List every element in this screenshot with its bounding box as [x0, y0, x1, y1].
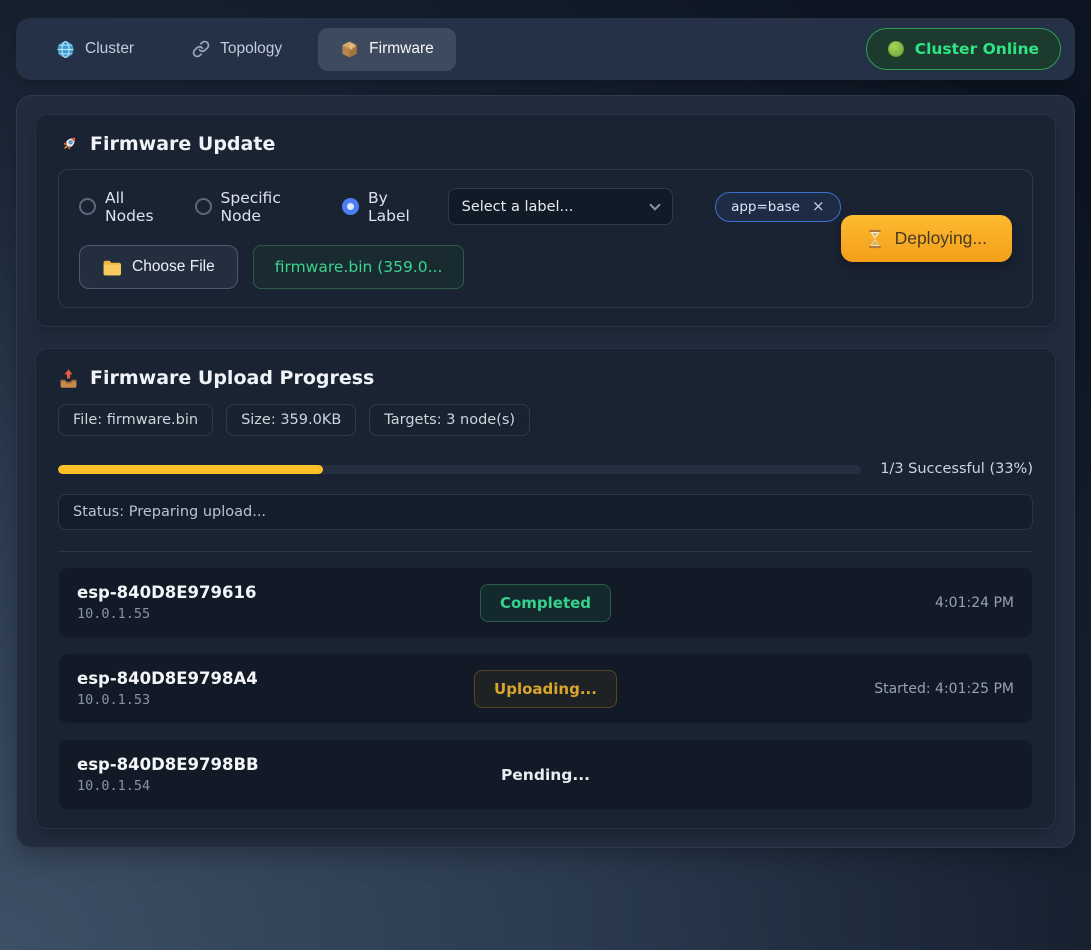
radio-all-nodes[interactable]: All Nodes [79, 189, 175, 225]
upload-progress-title: Firmware Upload Progress [58, 367, 1033, 389]
progress-bar-track [58, 465, 861, 474]
selected-file-name-text: firmware.bin (359.0... [275, 258, 443, 276]
package-icon [340, 40, 359, 59]
deploy-button-label: Deploying... [895, 228, 987, 249]
green-dot-icon [888, 41, 904, 57]
choose-file-label: Choose File [132, 258, 215, 276]
nav-tabs: Cluster Topology Firmware [34, 28, 456, 71]
node-2-status-badge: Uploading... [474, 670, 617, 708]
upload-meta-row: File: firmware.bin Size: 359.0KB Targets… [58, 404, 1033, 436]
node-3-ip: 10.0.1.54 [77, 778, 497, 794]
node-2-ip: 10.0.1.53 [77, 692, 474, 708]
top-nav-bar: Cluster Topology Firmware Cluster Online [16, 18, 1075, 80]
node-2-name: esp-840D8E9798A4 [77, 669, 474, 688]
node-list: esp-840D8E979616 10.0.1.55 Completed 4:0… [58, 567, 1033, 810]
upload-progress-title-text: Firmware Upload Progress [90, 367, 374, 389]
upload-progress-card: Firmware Upload Progress File: firmware.… [35, 348, 1056, 829]
cluster-online-badge[interactable]: Cluster Online [866, 28, 1061, 70]
progress-bar-fill [58, 465, 323, 474]
label-chip: app=base × [715, 192, 840, 222]
radio-specific-node-label: Specific Node [221, 189, 323, 225]
node-2-identity: esp-840D8E9798A4 10.0.1.53 [77, 669, 474, 708]
deploy-button[interactable]: Deploying... [841, 215, 1012, 262]
node-row-2: esp-840D8E9798A4 10.0.1.53 Uploading... … [58, 653, 1033, 724]
node-row-1: esp-840D8E979616 10.0.1.55 Completed 4:0… [58, 567, 1033, 638]
node-1-identity: esp-840D8E979616 10.0.1.55 [77, 583, 480, 622]
node-2-time: Started: 4:01:25 PM [617, 681, 1014, 697]
progress-row: 1/3 Successful (33%) [58, 461, 1033, 477]
chevron-down-icon [649, 199, 660, 210]
choose-file-button[interactable]: Choose File [79, 245, 238, 289]
tab-cluster[interactable]: Cluster [34, 28, 156, 71]
tab-topology[interactable]: Topology [170, 28, 304, 70]
node-3-identity: esp-840D8E9798BB 10.0.1.54 [77, 755, 497, 794]
divider [58, 551, 1033, 552]
selected-file-name: firmware.bin (359.0... [253, 245, 465, 289]
node-1-time: 4:01:24 PM [611, 595, 1014, 611]
deploy-form-fields: All Nodes Specific Node By Label Select … [79, 188, 841, 289]
main-content: Firmware Update All Nodes Specific Node … [16, 95, 1075, 848]
meta-chip-targets: Targets: 3 node(s) [369, 404, 530, 436]
node-3-name: esp-840D8E9798BB [77, 755, 497, 774]
radio-all-nodes-label: All Nodes [105, 189, 175, 225]
radio-specific-node-circle[interactable] [195, 198, 212, 215]
tab-firmware-label: Firmware [369, 40, 434, 58]
node-1-ip: 10.0.1.55 [77, 606, 480, 622]
radio-specific-node[interactable]: Specific Node [195, 189, 323, 225]
folder-icon [102, 259, 121, 276]
label-select[interactable]: Select a label... [448, 188, 673, 225]
tab-topology-label: Topology [220, 40, 282, 58]
radio-by-label[interactable]: By Label [342, 189, 432, 225]
firmware-update-title-text: Firmware Update [90, 133, 275, 155]
progress-label: 1/3 Successful (33%) [880, 461, 1033, 477]
meta-chip-file: File: firmware.bin [58, 404, 213, 436]
upload-status-text: Status: Preparing upload... [73, 504, 266, 520]
tab-cluster-label: Cluster [85, 40, 134, 58]
node-row-3: esp-840D8E9798BB 10.0.1.54 Pending... [58, 739, 1033, 810]
link-icon [192, 40, 210, 58]
file-row: Choose File firmware.bin (359.0... [79, 245, 841, 289]
radio-by-label-circle[interactable] [342, 198, 359, 215]
radio-by-label-label: By Label [368, 189, 432, 225]
rocket-icon [58, 134, 79, 155]
target-mode-row: All Nodes Specific Node By Label Select … [79, 188, 841, 225]
meta-chip-size: Size: 359.0KB [226, 404, 356, 436]
tab-firmware[interactable]: Firmware [318, 28, 456, 71]
firmware-update-title: Firmware Update [58, 133, 1033, 155]
radio-all-nodes-circle[interactable] [79, 198, 96, 215]
label-select-placeholder: Select a label... [462, 199, 574, 215]
cluster-online-label: Cluster Online [915, 40, 1039, 58]
node-3-status-badge: Pending... [497, 757, 594, 793]
hourglass-icon [866, 229, 884, 249]
node-1-status-badge: Completed [480, 584, 611, 622]
close-icon[interactable]: × [812, 199, 825, 214]
upload-tray-icon [58, 368, 79, 389]
label-chip-text: app=base [731, 199, 800, 215]
firmware-update-card: Firmware Update All Nodes Specific Node … [35, 114, 1056, 327]
deploy-form: All Nodes Specific Node By Label Select … [58, 169, 1033, 308]
node-1-name: esp-840D8E979616 [77, 583, 480, 602]
globe-icon [56, 40, 75, 59]
upload-status-box: Status: Preparing upload... [58, 494, 1033, 530]
